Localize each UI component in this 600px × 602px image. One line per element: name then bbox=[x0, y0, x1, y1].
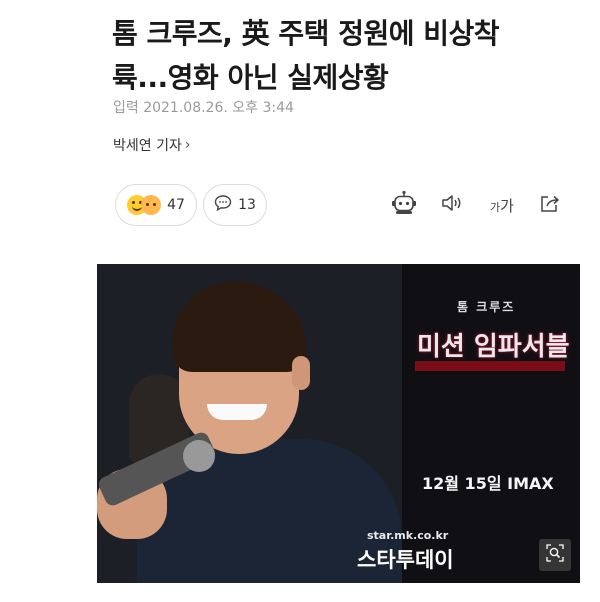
comment-count: 13 bbox=[238, 197, 256, 213]
robot-icon bbox=[391, 190, 417, 220]
summary-bot-button[interactable] bbox=[390, 190, 418, 220]
image-zoom-button[interactable] bbox=[539, 539, 571, 571]
font-size-small-label: 가 bbox=[490, 200, 501, 214]
reaction-count: 47 bbox=[167, 197, 185, 213]
sad-emoji-icon bbox=[141, 195, 162, 215]
headline-line-2: 륙...영화 아닌 실제상황 bbox=[112, 61, 389, 94]
poster-date: 12월 15일 IMAX bbox=[422, 474, 554, 493]
article-photo[interactable]: 톰 크루즈 미션 임파서블 12월 15일 IMAX star.mk.co.kr… bbox=[97, 264, 580, 583]
reporter-link[interactable]: 박세연 기자 › bbox=[113, 135, 190, 155]
person-ear bbox=[292, 356, 310, 390]
microphone-head bbox=[183, 440, 215, 472]
headline-line-1: 톰 크루즈, 英 주택 정원에 비상착 bbox=[112, 17, 500, 50]
reaction-emojis bbox=[127, 195, 162, 215]
poster-subtitle: 톰 크루즈 bbox=[457, 300, 516, 314]
person-smile bbox=[207, 404, 267, 420]
comment-bubble-icon bbox=[214, 194, 232, 216]
person-hair bbox=[172, 282, 307, 372]
reporter-name: 박세연 기자 bbox=[113, 138, 182, 154]
chevron-right-icon: › bbox=[184, 137, 191, 153]
font-size-button[interactable]: 가가 bbox=[487, 192, 517, 218]
reaction-button[interactable]: 47 bbox=[115, 184, 197, 226]
text-to-speech-button[interactable] bbox=[440, 192, 464, 218]
article-headline: 톰 크루즈, 英 주택 정원에 비상착 륙...영화 아닌 실제상황 bbox=[112, 12, 582, 100]
share-icon bbox=[538, 192, 562, 218]
comment-button[interactable]: 13 bbox=[203, 184, 267, 226]
speaker-icon bbox=[440, 192, 464, 218]
font-size-large-label: 가 bbox=[500, 196, 514, 215]
poster-title: 미션 임파서블 bbox=[417, 332, 570, 362]
watermark-url: star.mk.co.kr bbox=[367, 529, 449, 542]
watermark-brand: 스타투데이 bbox=[357, 548, 454, 572]
poster-banner-stripe bbox=[415, 361, 565, 371]
font-size-icon: 가가 bbox=[490, 195, 514, 216]
magnifier-icon bbox=[546, 544, 564, 566]
published-timestamp: 입력 2021.08.26. 오후 3:44 bbox=[113, 100, 294, 116]
share-button[interactable] bbox=[538, 192, 562, 218]
